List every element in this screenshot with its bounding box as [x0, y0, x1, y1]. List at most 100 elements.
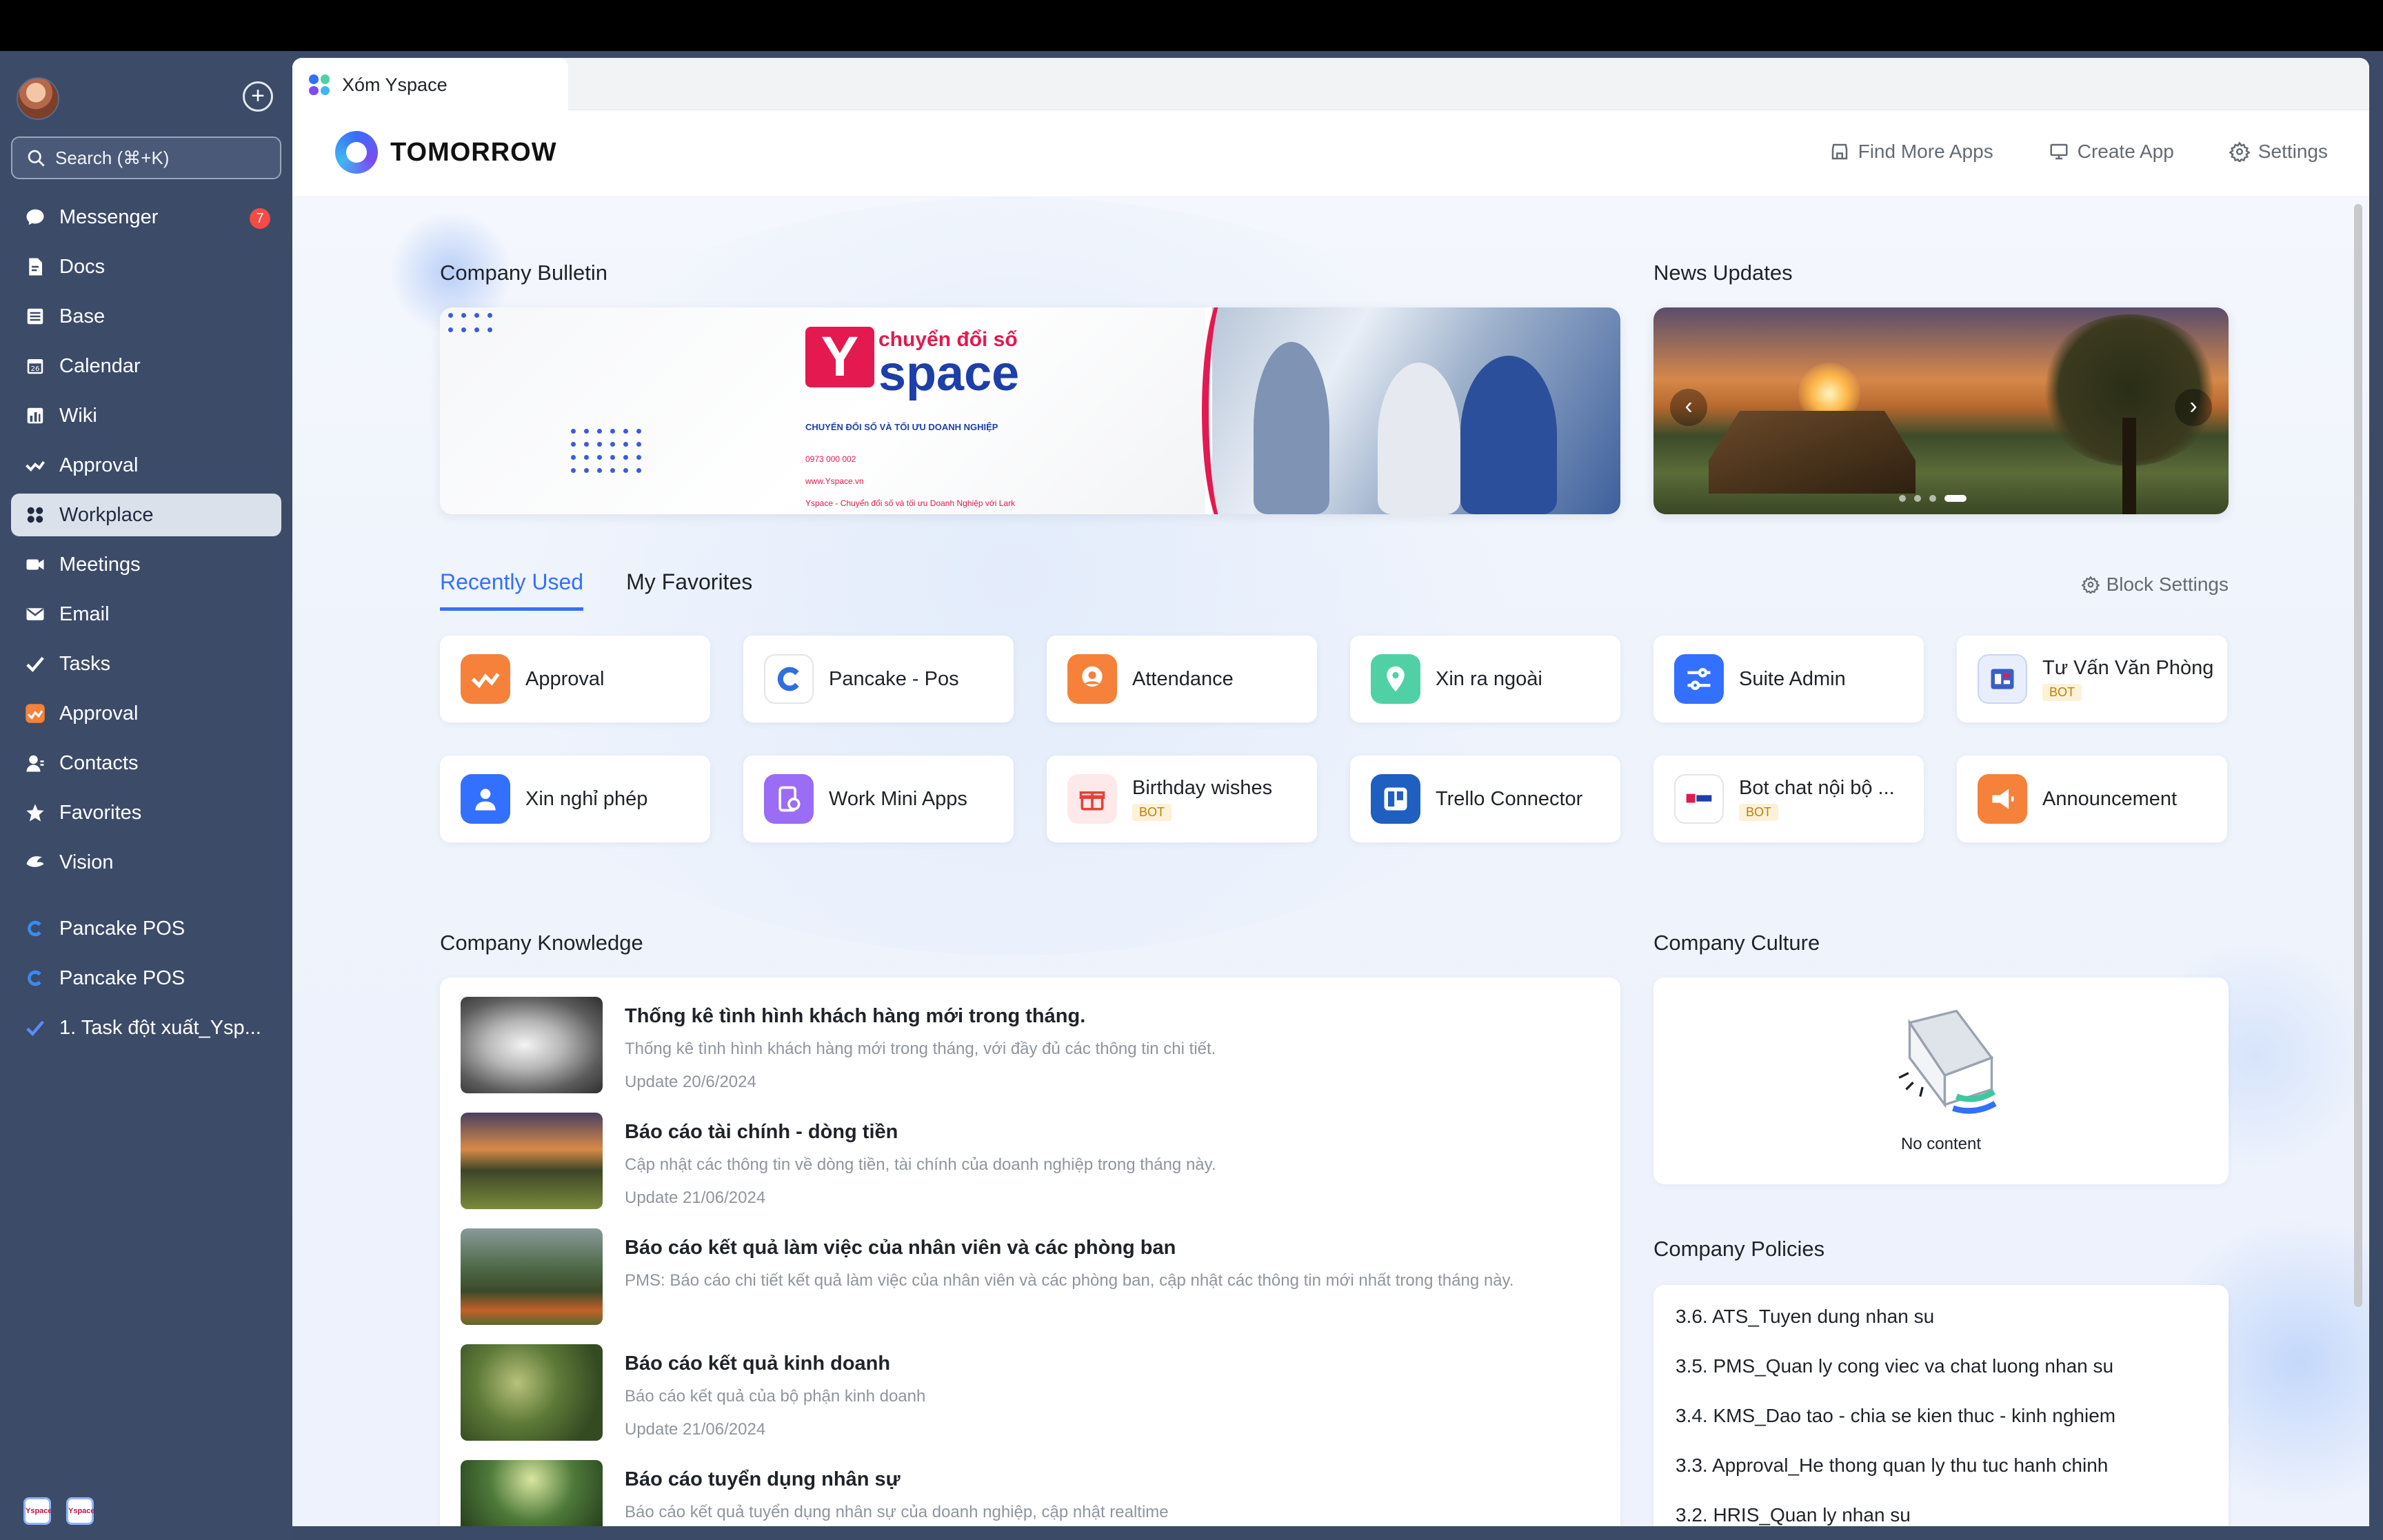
brand-logo[interactable]: TOMORROW	[335, 131, 557, 174]
pager-dot[interactable]	[1914, 495, 1921, 502]
sidebar-item-tasks[interactable]: Tasks	[11, 642, 281, 685]
list-item[interactable]: Báo cáo kết quả làm việc của nhân viên v…	[461, 1228, 1598, 1325]
app-card-trello-connector[interactable]: Trello Connector	[1350, 756, 1620, 842]
sidebar-item-calendar[interactable]: 26 Calendar	[11, 345, 281, 387]
workplace-tab-icon	[309, 74, 330, 95]
list-item[interactable]: Báo cáo tuyển dụng nhân sự Báo cáo kết q…	[461, 1460, 1598, 1526]
block-settings-button[interactable]: Block Settings	[2081, 574, 2229, 596]
sidebar-item-label: Calendar	[59, 354, 141, 377]
sidebar-item-docs[interactable]: Docs	[11, 245, 281, 288]
sidebar-pinned-task[interactable]: 1. Task đột xuất_Ysp...	[11, 1006, 281, 1049]
app-card-xin-nghi-phep[interactable]: Xin nghỉ phép	[440, 756, 710, 842]
app-card-xin-ra-ngoai[interactable]: Xin ra ngoài	[1350, 636, 1620, 722]
policies-title: Company Policies	[1653, 1237, 1825, 1261]
find-more-apps-button[interactable]: Find More Apps	[1829, 141, 1993, 163]
sidebar-item-contacts[interactable]: Contacts	[11, 742, 281, 784]
add-button[interactable]: +	[243, 81, 273, 112]
app-name: Xin ra ngoài	[1436, 667, 1542, 690]
app-name: Tư Vấn Văn Phòng	[2042, 657, 2214, 679]
app-card-work-mini-apps[interactable]: Work Mini Apps	[743, 756, 1014, 842]
policy-link[interactable]: 3.6. ATS_Tuyen dung nhan su	[1676, 1306, 1934, 1328]
location-icon	[1371, 654, 1420, 704]
banner-person	[1378, 363, 1460, 514]
workplace-header: TOMORROW Find More Apps Create App Setti…	[292, 110, 2369, 197]
pager-dot[interactable]	[1929, 495, 1936, 502]
app-card-birthday-wishes[interactable]: Birthday wishes BOT	[1047, 756, 1317, 842]
knowledge-thumbnail	[461, 1460, 603, 1526]
tab-title: Xóm Yspace	[342, 74, 448, 95]
policy-link[interactable]: 3.4. KMS_Dao tao - chia se kien thuc - k…	[1676, 1405, 2115, 1427]
sidebar-item-label: Workplace	[59, 503, 154, 526]
app-name-wrap: Tư Vấn Văn Phòng BOT	[2042, 657, 2213, 701]
carousel-prev-button[interactable]: ‹	[1670, 389, 1707, 426]
gift-icon	[1067, 774, 1117, 824]
news-carousel[interactable]: ‹ ›	[1653, 307, 2229, 514]
policy-link[interactable]: 3.2. HRIS_Quan ly nhan su	[1676, 1504, 1911, 1526]
search-button[interactable]: Search (⌘+K)	[11, 136, 281, 179]
list-item[interactable]: Báo cáo kết quả kinh doanh Báo cáo kết q…	[461, 1344, 1598, 1441]
app-name: Announcement	[2042, 787, 2178, 810]
workplace-icon	[25, 505, 46, 525]
banner-space-word: space	[878, 346, 1020, 401]
policy-link[interactable]: 3.3. Approval_He thong quan ly thu tuc h…	[1676, 1455, 2108, 1477]
content-scrollbar[interactable]	[2354, 204, 2362, 1307]
gear-icon	[2229, 141, 2250, 162]
sidebar-item-wiki[interactable]: Wiki	[11, 394, 281, 437]
app-card-announcement[interactable]: Announcement	[1957, 756, 2227, 842]
carousel-next-button[interactable]: ›	[2175, 389, 2212, 426]
yspace-logo-button-2[interactable]: Yspace	[66, 1497, 95, 1525]
sidebar-item-label: Approval	[59, 702, 139, 725]
app-name: Trello Connector	[1436, 787, 1583, 810]
tab-my-favorites[interactable]: My Favorites	[626, 569, 752, 611]
knowledge-item-desc: PMS: Báo cáo chi tiết kết quả làm việc c…	[625, 1271, 1514, 1290]
app-name: Work Mini Apps	[829, 787, 967, 810]
pager-dot-active[interactable]	[1944, 495, 1967, 502]
contacts-icon	[25, 753, 46, 773]
sidebar-item-email[interactable]: Email	[11, 593, 281, 636]
sidebar-item-favorites[interactable]: Favorites	[11, 791, 281, 834]
main-window: Xóm Yspace TOMORROW Find More Apps Creat…	[292, 58, 2369, 1526]
bulletin-banner[interactable]: Y chuyển đổi số space CHUYỂN ĐỔI SỐ VÀ T…	[440, 307, 1620, 514]
user-avatar[interactable]	[17, 77, 59, 120]
sidebar-item-workplace[interactable]: Workplace	[11, 494, 281, 536]
sidebar-item-meetings[interactable]: Meetings	[11, 543, 281, 586]
app-card-tu-van-van-phong[interactable]: Tư Vấn Văn Phòng BOT	[1957, 636, 2227, 722]
tab-xom-yspace[interactable]: Xóm Yspace	[292, 58, 568, 112]
app-card-approval[interactable]: Approval	[440, 636, 710, 722]
approval-app-icon	[25, 703, 46, 724]
settings-button[interactable]: Settings	[2229, 141, 2328, 163]
leave-icon	[461, 774, 510, 824]
app-card-pancake-pos[interactable]: Pancake - Pos	[743, 636, 1014, 722]
sidebar-item-approval[interactable]: Approval	[11, 444, 281, 487]
svg-text:26: 26	[31, 365, 40, 373]
app-card-suite-admin[interactable]: Suite Admin	[1653, 636, 1924, 722]
tab-recently-used[interactable]: Recently Used	[440, 569, 584, 611]
sidebar-item-approval-app[interactable]: Approval	[11, 692, 281, 735]
banner-subtitle: CHUYỂN ĐỔI SỐ VÀ TỐI ƯU DOANH NGHIỆP	[805, 422, 998, 432]
create-app-label: Create App	[2077, 141, 2174, 162]
sidebar-item-label: Email	[59, 602, 110, 625]
sidebar-pinned-pancake-pos-2[interactable]: Pancake POS	[11, 957, 281, 1000]
sidebar-item-base[interactable]: Base	[11, 295, 281, 338]
app-card-attendance[interactable]: Attendance	[1047, 636, 1317, 722]
list-item[interactable]: Thống kê tình hình khách hàng mới trong …	[461, 997, 1598, 1093]
knowledge-list: Thống kê tình hình khách hàng mới trong …	[440, 977, 1620, 1526]
pager-dot[interactable]	[1899, 495, 1906, 502]
knowledge-thumbnail	[461, 1228, 603, 1325]
create-app-button[interactable]: Create App	[2049, 141, 2174, 163]
sidebar-pinned-pancake-pos[interactable]: Pancake POS	[11, 907, 281, 950]
app-name-wrap: Bot chat nội bộ ... BOT	[1739, 777, 1895, 821]
policy-link[interactable]: 3.5. PMS_Quan ly cong viec va chat luong…	[1676, 1355, 2113, 1377]
app-name: Xin nghỉ phép	[525, 787, 648, 810]
sidebar-item-vision[interactable]: Vision	[11, 841, 281, 884]
base-icon	[25, 306, 46, 327]
tomorrow-logo-icon	[335, 131, 378, 174]
app-card-bot-chat-noi-bo[interactable]: Bot chat nội bộ ... BOT	[1653, 756, 1924, 842]
list-item[interactable]: Báo cáo tài chính - dòng tiền Cập nhật c…	[461, 1113, 1598, 1209]
yspace-logo-button[interactable]: Yspace	[23, 1497, 52, 1525]
sidebar-item-messenger[interactable]: Messenger 7	[11, 196, 281, 239]
yspace-bot-icon	[1674, 774, 1724, 824]
header-actions: Find More Apps Create App Settings	[1829, 141, 2328, 163]
banner-person	[1460, 356, 1557, 514]
sidebar-item-label: Vision	[59, 851, 114, 873]
